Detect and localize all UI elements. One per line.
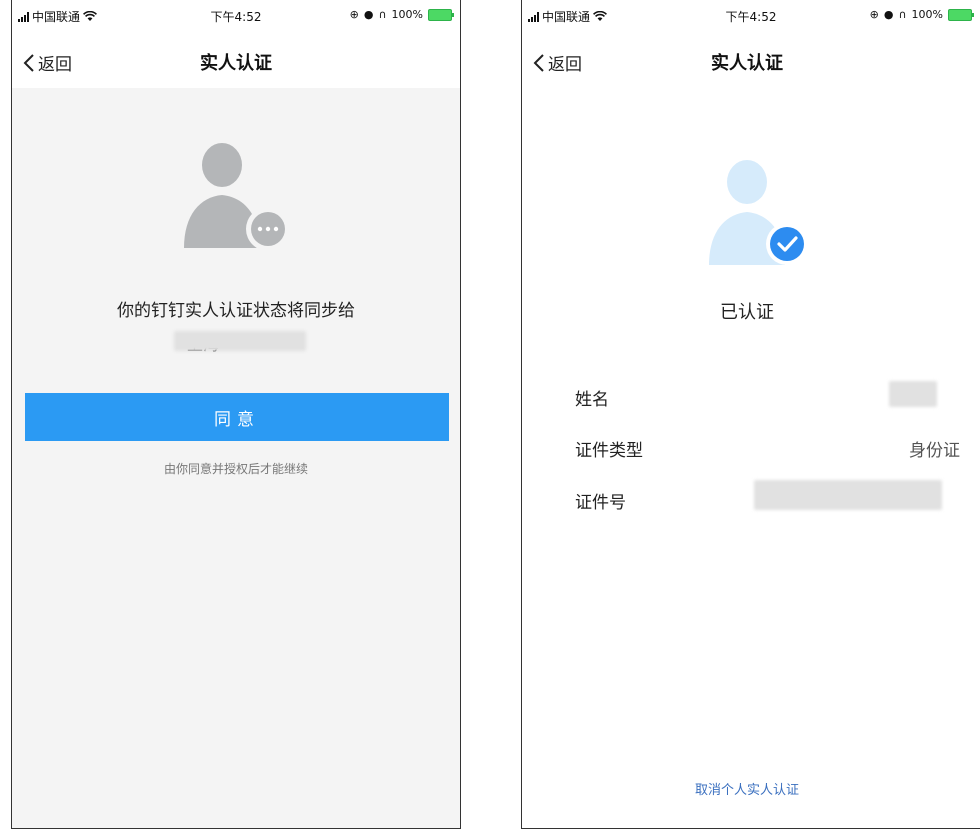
battery-icon	[948, 8, 974, 21]
location-icon: ⊕	[349, 8, 359, 21]
sync-message: 你的钉钉实人认证状态将同步给	[117, 301, 355, 321]
alarm-icon: ●	[883, 8, 894, 21]
page-title: 实人认证	[200, 53, 272, 74]
info-label: 姓名	[575, 390, 609, 410]
redacted-id-number	[754, 480, 942, 510]
authorization-hint: 由你同意并授权后才能继续	[163, 462, 308, 476]
agree-button[interactable]: 同意	[25, 393, 449, 441]
location-icon: ⊕	[869, 8, 879, 21]
nav-bar: 返回 实人认证	[522, 32, 972, 88]
headphone-icon: ∩	[378, 8, 387, 21]
status-right: ⊕ ● ∩ 100%	[869, 8, 974, 21]
more-dots-icon	[257, 226, 279, 232]
verified-avatar-icon	[709, 160, 808, 265]
battery-percent: 100%	[911, 8, 943, 21]
headphone-icon: ∩	[898, 8, 907, 21]
info-label: 证件号	[575, 493, 626, 513]
cancel-verification-link[interactable]: 取消个人实人认证	[522, 779, 972, 798]
status-bar: 中国联通 下午4:52 ⊕ ● ∩ 100%	[522, 0, 980, 32]
verification-status: 已认证	[720, 302, 774, 323]
redacted-org-name	[174, 331, 306, 351]
status-right: ⊕ ● ∩ 100%	[349, 8, 454, 21]
battery-icon	[428, 8, 454, 21]
user-avatar-icon	[184, 143, 290, 251]
status-bar: 中国联通 下午4:52 ⊕ ● ∩ 100%	[12, 0, 460, 32]
info-label: 证件类型	[575, 441, 643, 461]
nav-bar: 返回 实人认证	[12, 32, 460, 88]
battery-percent: 100%	[391, 8, 423, 21]
verified-screen: 中国联通 下午4:52 ⊕ ● ∩ 100% 返回 实人认证 已认证 姓名 证件…	[521, 0, 980, 829]
alarm-icon: ●	[363, 8, 374, 21]
pending-verification-screen: 中国联通 下午4:52 ⊕ ● ∩ 100% 返回 实人认证 你的钉钉实人认证状…	[11, 0, 461, 829]
page-content: 你的钉钉实人认证状态将同步给 「上海 同意 由你同意并授权后才能继续	[12, 88, 460, 828]
info-row-id-type: 证件类型 身份证	[575, 436, 980, 461]
info-value: 身份证	[909, 441, 960, 461]
page-title: 实人认证	[711, 53, 783, 74]
redacted-name	[889, 381, 937, 407]
